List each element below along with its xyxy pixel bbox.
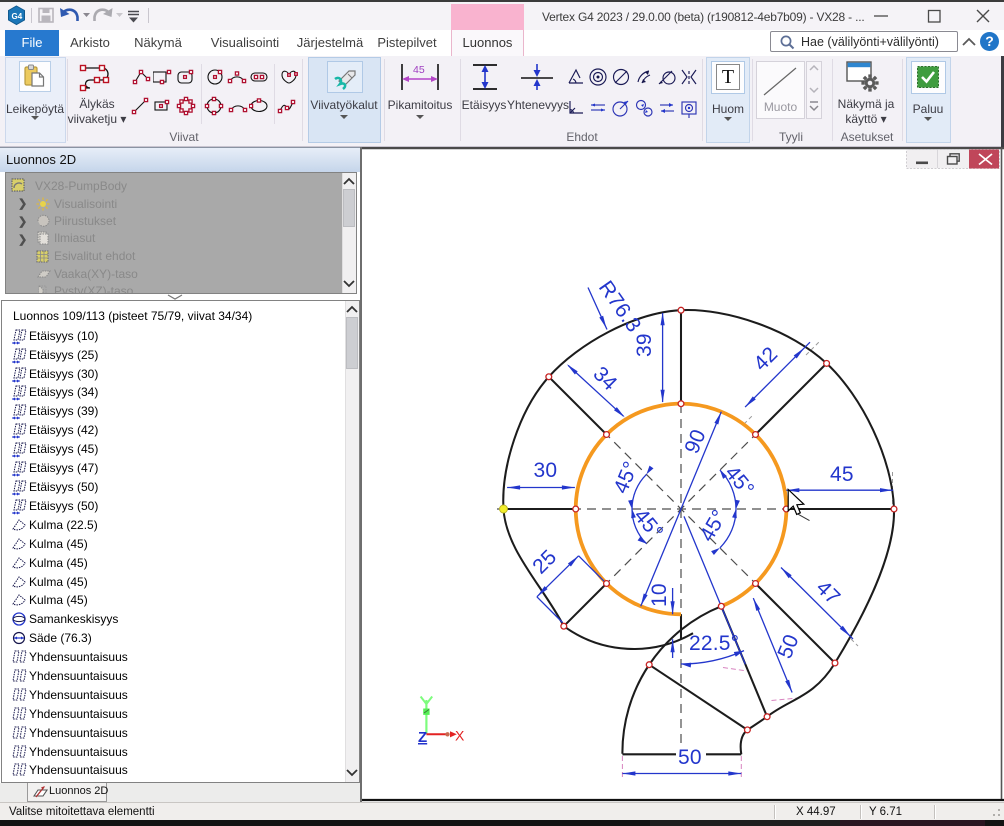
svg-text:G4: G4 bbox=[12, 12, 23, 21]
svg-text:50: 50 bbox=[678, 746, 702, 769]
svg-text:Z: Z bbox=[418, 729, 427, 746]
svg-text:45: 45 bbox=[413, 64, 425, 76]
svg-text:22.5°: 22.5° bbox=[689, 632, 739, 655]
svg-text:39: 39 bbox=[633, 333, 656, 357]
svg-text:45: 45 bbox=[830, 463, 854, 486]
svg-text:X: X bbox=[455, 728, 465, 744]
svg-text:10: 10 bbox=[648, 583, 671, 607]
svg-text:30: 30 bbox=[534, 459, 558, 482]
